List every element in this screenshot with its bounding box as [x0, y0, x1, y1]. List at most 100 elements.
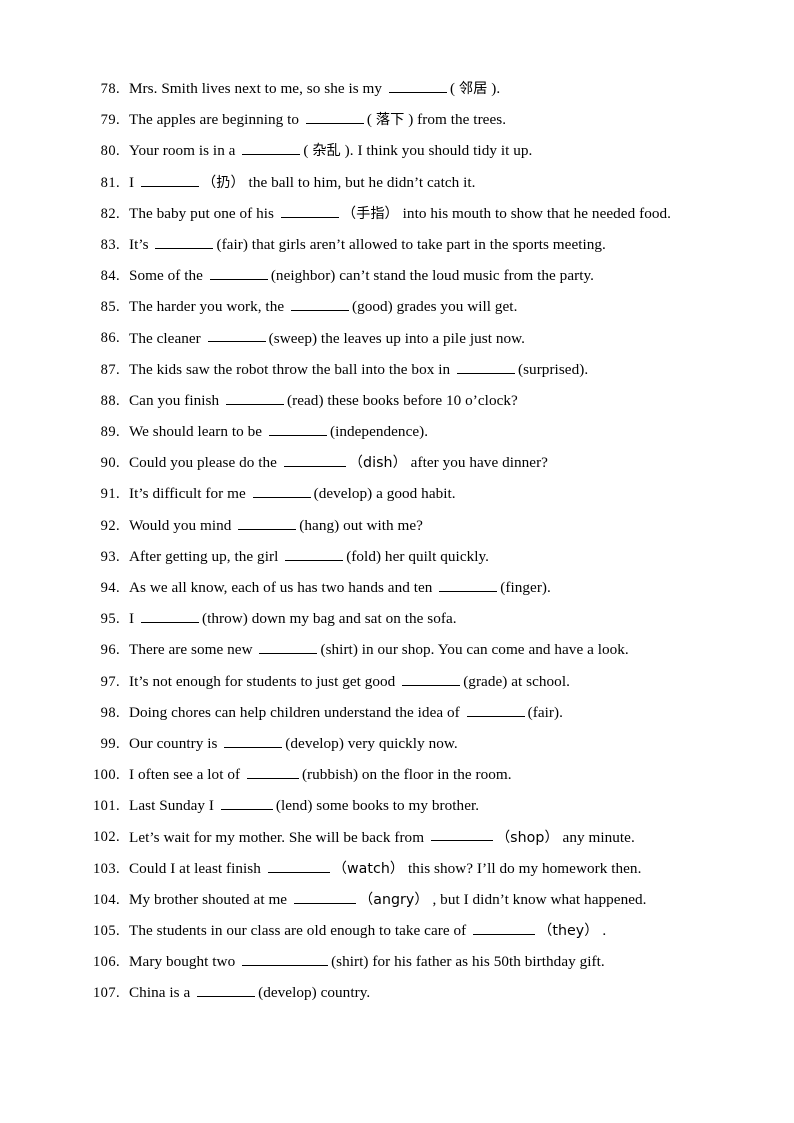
question-number: 84.	[100, 268, 120, 285]
question-row: 103. Could I at least finish （watch） this…	[0, 858, 794, 889]
question-text: The students in our class are old enough…	[120, 920, 754, 938]
question-text: Our country is (develop) very quickly no…	[120, 733, 754, 751]
chinese-hint: （dish）	[348, 455, 407, 472]
answer-blank[interactable]	[238, 515, 297, 530]
answer-blank[interactable]	[293, 889, 356, 904]
sentence-fragment: (hang) out with me?	[299, 516, 423, 534]
question-text: Would you mind (hang) out with me?	[120, 515, 754, 533]
sentence-fragment: Let’s wait for my mother. She will be ba…	[129, 828, 425, 846]
answer-blank[interactable]	[280, 203, 339, 218]
answer-blank[interactable]	[209, 265, 268, 281]
question-row: 95. I (throw) down my bag and sat on the …	[0, 608, 794, 639]
question-row: 82. The baby put one of his （手指） into his…	[0, 203, 794, 234]
question-number: 87.	[100, 361, 120, 378]
answer-blank[interactable]	[439, 577, 498, 592]
sentence-fragment: (develop) very quickly now.	[285, 734, 458, 752]
question-row: 79. The apples are beginning to ( 落下 ) fr…	[0, 109, 794, 140]
answer-blank[interactable]	[456, 359, 515, 374]
answer-blank[interactable]	[226, 390, 284, 405]
answer-blank[interactable]	[305, 109, 364, 125]
answer-blank[interactable]	[473, 920, 536, 936]
answer-blank[interactable]	[291, 296, 349, 312]
question-number: 98.	[100, 704, 120, 721]
answer-blank[interactable]	[285, 546, 344, 561]
question-row: 97. It’s not enough for students to just …	[0, 671, 794, 702]
sentence-fragment: I often see a lot of	[129, 766, 241, 784]
answer-blank[interactable]	[388, 78, 447, 93]
answer-blank[interactable]	[283, 452, 346, 468]
question-row: 102. Let’s wait for my mother. She will b…	[0, 827, 794, 858]
answer-blank[interactable]	[402, 671, 461, 686]
question-number: 104.	[93, 891, 120, 908]
answer-blank[interactable]	[242, 140, 301, 156]
answer-blank[interactable]	[246, 764, 299, 780]
answer-blank[interactable]	[268, 421, 327, 437]
question-text: I often see a lot of (rubbish) on the fl…	[120, 764, 754, 782]
question-text: The harder you work, the (good) grades y…	[120, 296, 754, 314]
question-number: 83.	[100, 236, 120, 253]
question-row: 90. Could you please do the （dish） after …	[0, 452, 794, 483]
question-row: 80. Your room is in a ( 杂乱 ). I think you…	[0, 140, 794, 171]
question-text: I (throw) down my bag and sat on the sof…	[120, 608, 754, 626]
question-row: 81. I （扔） the ball to him, but he didn’t …	[0, 172, 794, 203]
question-text: I （扔） the ball to him, but he didn’t cat…	[120, 172, 754, 190]
answer-blank[interactable]	[466, 702, 525, 717]
sentence-fragment: We should learn to be	[129, 423, 263, 441]
question-number: 94.	[100, 579, 120, 596]
sentence-fragment: (fair) that girls aren’t allowed to take…	[216, 235, 606, 253]
question-text: Mrs. Smith lives next to me, so she is m…	[120, 78, 754, 96]
answer-blank[interactable]	[155, 234, 214, 249]
question-text: The baby put one of his （手指） into his mo…	[120, 203, 754, 221]
sentence-fragment: (sweep) the leaves up into a pile just n…	[268, 329, 525, 347]
question-row: 107. China is a (develop) country.	[0, 982, 794, 1013]
answer-blank[interactable]	[259, 639, 318, 655]
sentence-fragment: (neighbor) can’t stand the loud music fr…	[270, 267, 595, 285]
answer-blank[interactable]	[267, 858, 330, 873]
question-text: Can you finish (read) these books before…	[120, 390, 754, 408]
question-row: 106. Mary bought two (shirt) for his fath…	[0, 951, 794, 982]
sentence-fragment: Last Sunday I	[129, 797, 215, 815]
answer-blank[interactable]	[140, 172, 199, 187]
question-row: 98. Doing chores can help children unders…	[0, 702, 794, 733]
answer-blank[interactable]	[242, 951, 329, 967]
sentence-fragment: (independence).	[329, 423, 429, 441]
sentence-fragment: into his mouth to show that he needed fo…	[402, 204, 671, 222]
sentence-fragment: The apples are beginning to	[129, 111, 300, 129]
answer-blank[interactable]	[220, 795, 273, 811]
sentence-fragment: ). I think you should tidy it up.	[344, 142, 533, 160]
sentence-fragment: (	[303, 142, 309, 160]
question-text: As we all know, each of us has two hands…	[120, 577, 754, 595]
question-row: 99. Our country is (develop) very quickly…	[0, 733, 794, 764]
question-text: The kids saw the robot throw the ball in…	[120, 359, 754, 377]
answer-blank[interactable]	[252, 483, 311, 499]
question-row: 91. It’s difficult for me (develop) a goo…	[0, 483, 794, 514]
sentence-fragment: (finger).	[500, 578, 551, 596]
answer-blank[interactable]	[140, 608, 199, 624]
question-row: 105. The students in our class are old en…	[0, 920, 794, 951]
answer-blank[interactable]	[430, 827, 493, 842]
question-number: 81.	[100, 174, 120, 191]
question-number: 88.	[100, 392, 120, 409]
question-row: 92. Would you mind (hang) out with me?	[0, 515, 794, 546]
question-text: My brother shouted at me （angry） , but I…	[120, 889, 754, 907]
sentence-fragment: any minute.	[562, 828, 635, 846]
question-row: 101. Last Sunday I (lend) some books to m…	[0, 795, 794, 826]
sentence-fragment: The students in our class are old enough…	[129, 922, 467, 940]
sentence-fragment: Some of the	[129, 267, 203, 285]
sentence-fragment: (	[366, 111, 373, 129]
question-number: 78.	[100, 80, 120, 97]
sentence-fragment: It’s difficult for me	[129, 485, 246, 503]
sentence-fragment: (fair).	[527, 703, 563, 721]
worksheet-body: 78. Mrs. Smith lives next to me, so she i…	[0, 0, 794, 1014]
answer-blank[interactable]	[207, 328, 266, 343]
answer-blank[interactable]	[197, 982, 256, 998]
chinese-hint: 落下	[375, 112, 405, 129]
sentence-fragment: Could I at least finish	[129, 859, 261, 877]
question-number: 79.	[100, 112, 120, 129]
question-number: 82.	[100, 205, 120, 222]
sentence-fragment: .	[602, 922, 607, 940]
sentence-fragment: (grade) at school.	[463, 672, 570, 690]
question-text: It’s not enough for students to just get…	[120, 671, 754, 689]
answer-blank[interactable]	[224, 733, 283, 748]
chinese-hint: （shop）	[495, 829, 559, 846]
